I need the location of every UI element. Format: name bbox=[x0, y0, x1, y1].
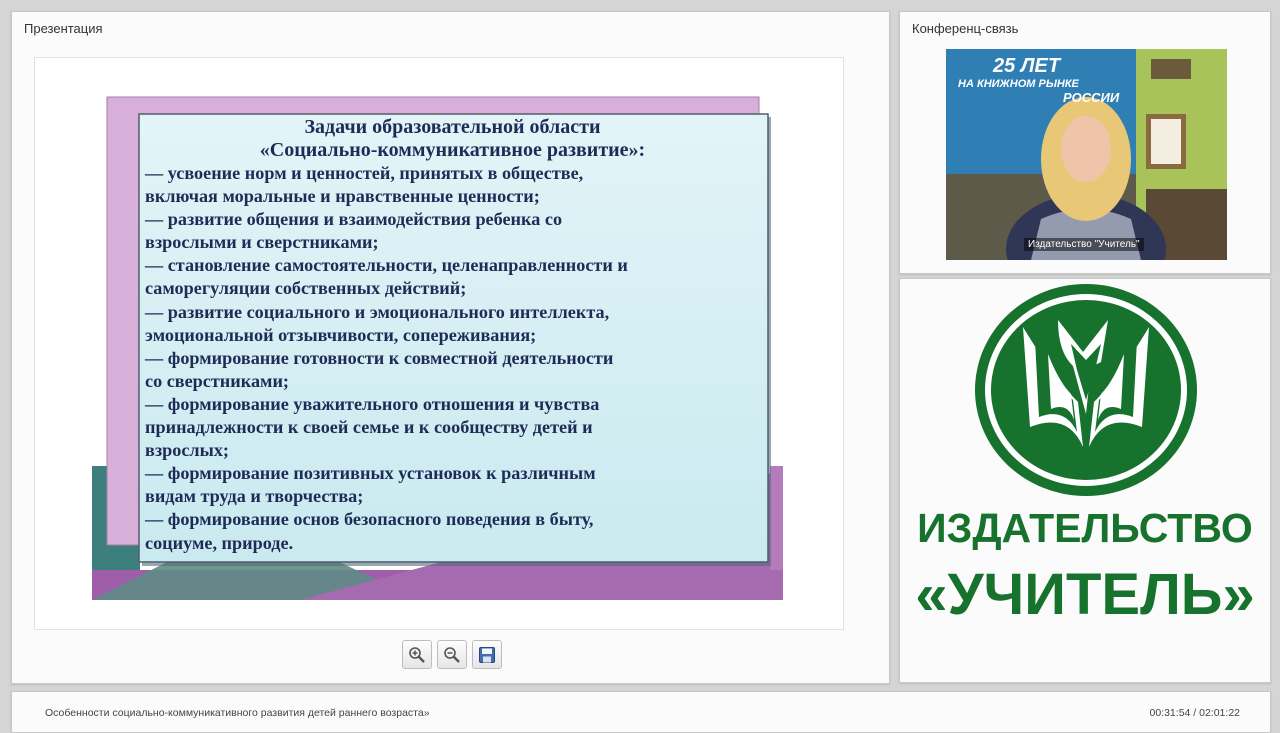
slide-line: эмоциональной отзывчивости, сопереживани… bbox=[145, 324, 537, 345]
logo-wordmark-line-2: «УЧИТЕЛЬ» bbox=[915, 562, 1255, 627]
slide-line: — становление самостоятельности, целенап… bbox=[145, 255, 628, 276]
conference-panel: Конференц-связь 25 ЛЕТ НА КНИЖНОМ РЫНКЕ … bbox=[899, 11, 1271, 274]
slide-line: включая моральные и нравственные ценност… bbox=[145, 186, 540, 207]
webinar-title: Особенности социально-коммуникативного р… bbox=[45, 707, 430, 719]
slide-line: — формирование позитивных установок к ра… bbox=[145, 463, 596, 484]
slide-line: со сверстниками; bbox=[145, 370, 289, 391]
logo-panel: ИЗДАТЕЛЬСТВО «УЧИТЕЛЬ» bbox=[899, 278, 1271, 683]
video-caption: Издательство "Учитель" bbox=[1024, 238, 1144, 251]
slide-line: саморегуляции собственных действий; bbox=[145, 278, 467, 299]
slide-line: — усвоение норм и ценностей, принятых в … bbox=[145, 163, 584, 183]
slide-line: принадлежности к своей семье и к сообщес… bbox=[145, 417, 593, 438]
slide-heading: Задачи образовательной области «Социальн… bbox=[139, 116, 766, 162]
conference-panel-title: Конференц-связь bbox=[912, 21, 1019, 36]
playback-time: 00:31:54 / 02:01:22 bbox=[1149, 707, 1241, 719]
banner-text: НА КНИЖНОМ РЫНКЕ bbox=[958, 78, 1079, 90]
slide-line: — развитие социального и эмоционального … bbox=[145, 301, 610, 322]
slide-line: взрослых; bbox=[145, 440, 229, 461]
slide-heading-line-1: Задачи образовательной области bbox=[304, 116, 601, 138]
slide-line: — формирование уважительного отношения и… bbox=[145, 393, 600, 414]
publisher-logo-icon bbox=[975, 284, 1197, 496]
slide-line: — формирование готовности к совместной д… bbox=[145, 347, 614, 368]
banner-text: РОССИИ bbox=[1063, 90, 1120, 105]
slide-line: видам труда и творчества; bbox=[145, 486, 364, 507]
video-feed[interactable]: 25 ЛЕТ НА КНИЖНОМ РЫНКЕ РОССИИ Издательс… bbox=[946, 49, 1227, 260]
slide-line: — развитие общения и взаимодействия ребе… bbox=[145, 209, 563, 230]
slide-content: Задачи образовательной области «Социальн… bbox=[139, 116, 766, 555]
slide-heading-line-2: «Социально-коммуникативное развитие»: bbox=[259, 139, 646, 161]
slide-line: социуме, природе. bbox=[145, 532, 294, 553]
slide-line: взрослыми и сверстниками; bbox=[145, 232, 379, 253]
banner-text: 25 ЛЕТ bbox=[993, 55, 1061, 77]
logo-wordmark-line-1: ИЗДАТЕЛЬСТВО bbox=[917, 505, 1253, 551]
slide-line: — формирование основ безопасного поведен… bbox=[145, 509, 594, 530]
status-bar: Особенности социально-коммуникативного р… bbox=[11, 691, 1271, 733]
